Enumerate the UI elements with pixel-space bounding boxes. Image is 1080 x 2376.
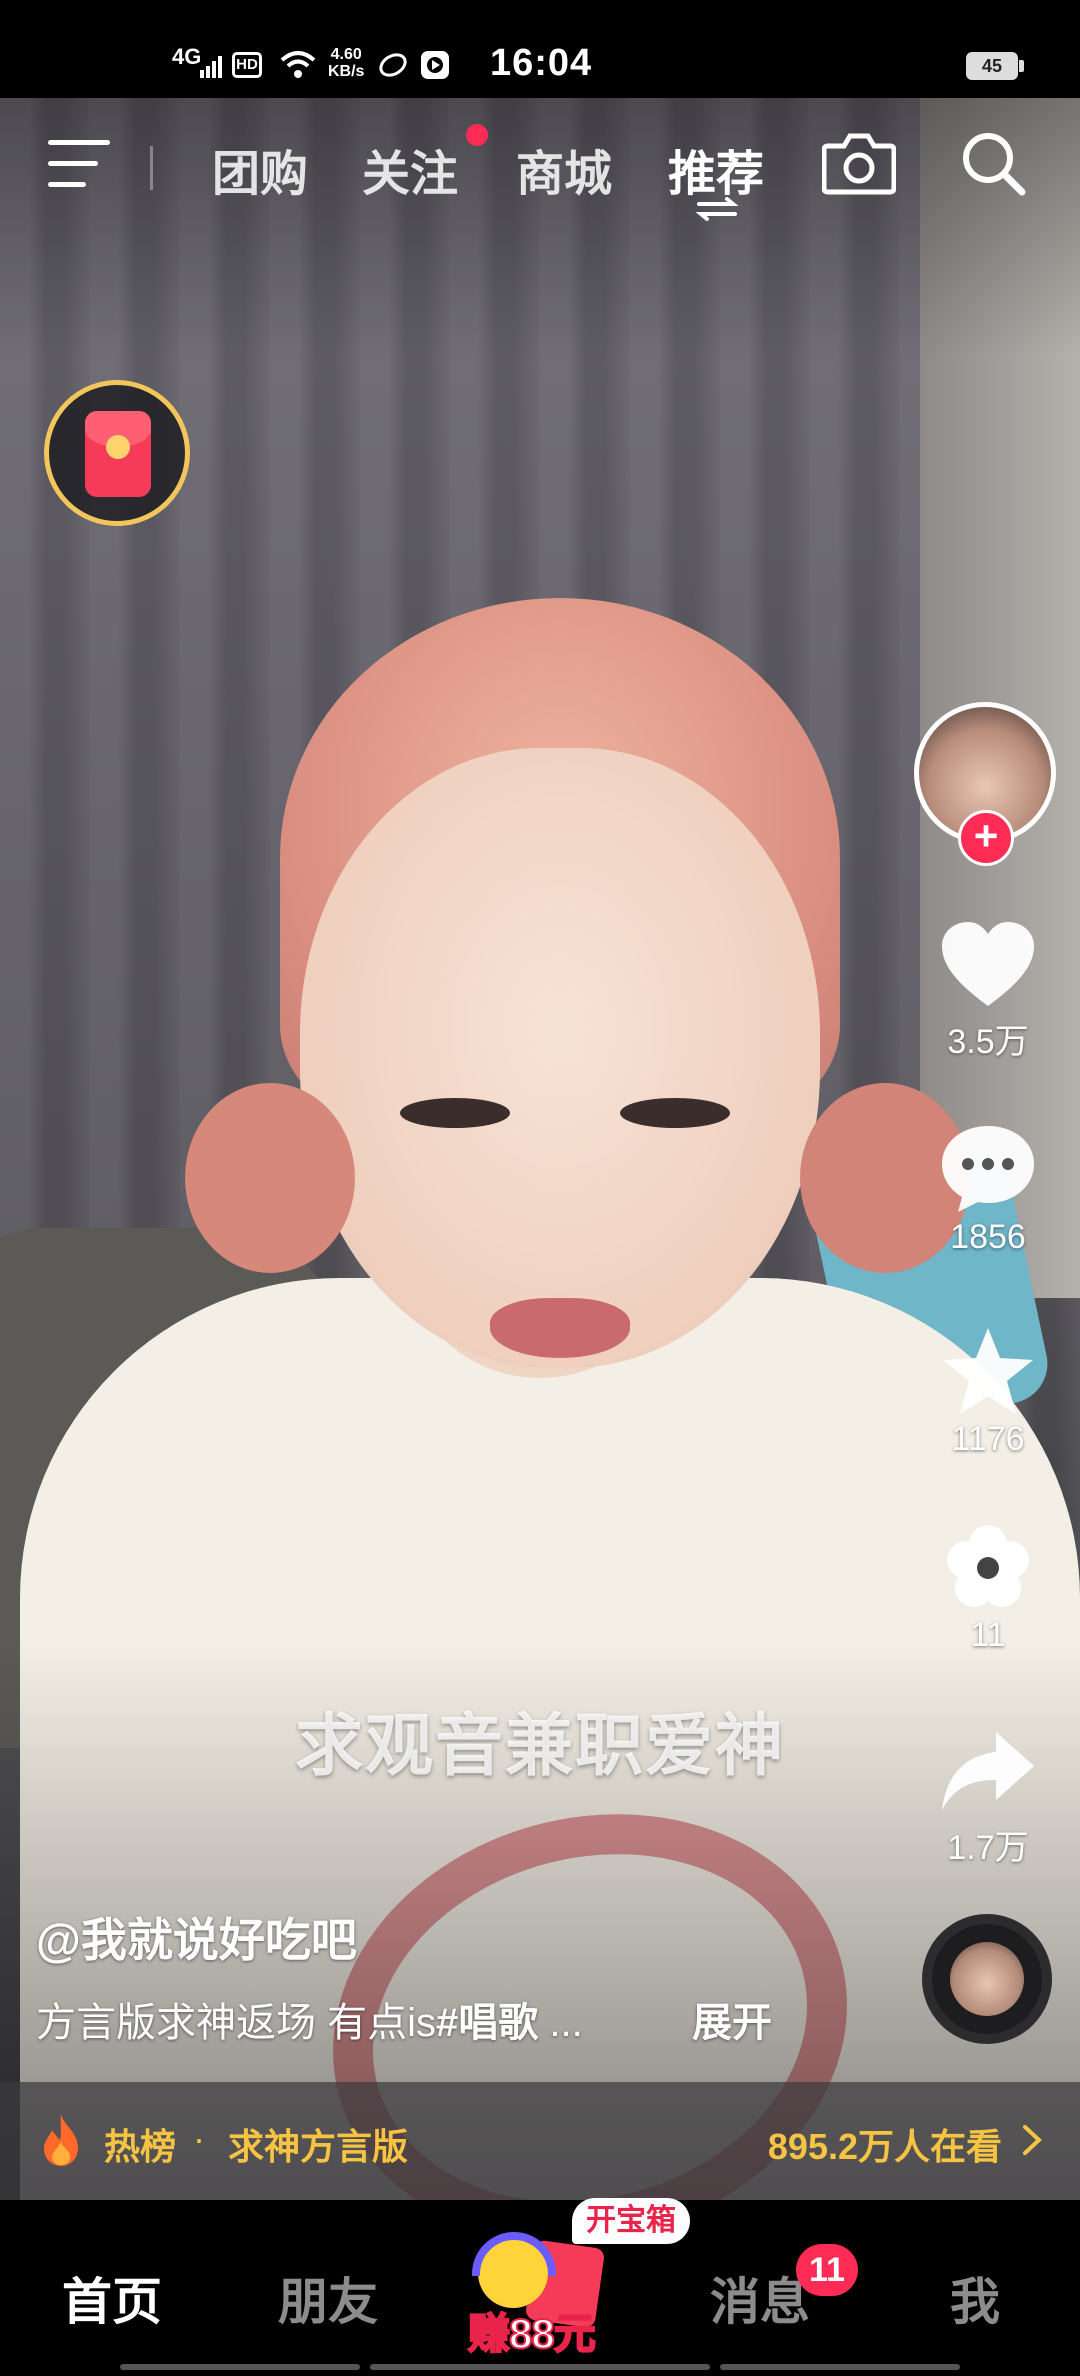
- tab-mall[interactable]: 商城: [516, 134, 612, 204]
- tab-group-buy[interactable]: 团购: [212, 134, 308, 204]
- network-type: 4G: [172, 44, 202, 69]
- top-nav: 团购 关注 商城 推荐: [0, 98, 1080, 238]
- description-text: 方言版求神返场 有点is: [36, 2001, 436, 2045]
- eye-left: [400, 1098, 510, 1128]
- hot-topic: 求神方言版: [228, 2126, 409, 2167]
- like-button[interactable]: 3.5万: [918, 920, 1058, 1063]
- network-speed: 4.60 KB/s: [328, 46, 364, 80]
- home-indicator-right: [720, 2364, 960, 2370]
- music-cover: [950, 1942, 1024, 2016]
- hot-list-bar[interactable]: 热榜 · 求神方言版 895.2万人在看: [0, 2082, 1080, 2200]
- comment-button[interactable]: 1856: [918, 1122, 1058, 1257]
- favorite-count: 1176: [951, 1420, 1025, 1458]
- face: [300, 748, 820, 1368]
- music-disc[interactable]: [922, 1914, 1052, 2044]
- earn-label: 赚88元: [467, 2309, 597, 2358]
- follow-button[interactable]: +: [958, 810, 1014, 866]
- fire-icon: [44, 2114, 78, 2166]
- flower-button[interactable]: 11: [918, 1522, 1058, 1655]
- star-icon: [943, 1328, 1033, 1414]
- messages-badge: 11: [796, 2244, 858, 2296]
- author-name[interactable]: @我就说好吃吧: [36, 1904, 357, 1970]
- camera-icon[interactable]: [822, 130, 896, 196]
- heart-icon: [942, 922, 1034, 1006]
- menu-icon[interactable]: [48, 138, 112, 190]
- app-notify-icon: [379, 53, 407, 77]
- red-packet-timer[interactable]: [44, 380, 190, 526]
- signal-icon: [200, 56, 222, 78]
- tab-messages[interactable]: 消息: [710, 2262, 810, 2334]
- flower-icon: [947, 1525, 1029, 1607]
- video-subtitle: 求观音兼职爱神: [294, 1708, 785, 1784]
- clock: 16:04: [490, 42, 593, 84]
- status-bar: 4G HD 4.60 KB/s 16:04 45: [0, 0, 1080, 98]
- expand-button[interactable]: 展开: [692, 1990, 772, 2048]
- hot-separator: ·: [193, 2118, 205, 2159]
- description-ellipsis: ...: [538, 2001, 583, 2045]
- hashtag-link[interactable]: #唱歌: [436, 2001, 538, 2045]
- flower-count: 11: [970, 1616, 1006, 1654]
- speed-value: 4.60: [330, 46, 362, 63]
- chevron-right-icon: [1023, 2125, 1042, 2155]
- home-indicator-center: [370, 2364, 710, 2370]
- treasure-chest-tag[interactable]: 开宝箱: [572, 2198, 690, 2244]
- tab-me[interactable]: 我: [950, 2262, 1000, 2334]
- wifi-icon: [280, 51, 316, 78]
- favorite-button[interactable]: 1176: [918, 1326, 1058, 1459]
- mouth: [490, 1298, 630, 1358]
- share-count: 1.7万: [947, 1829, 1029, 1867]
- earn-reward-button[interactable]: 赚88元: [467, 2230, 618, 2358]
- tab-home[interactable]: 首页: [62, 2262, 162, 2334]
- search-icon[interactable]: [958, 128, 1028, 198]
- battery-tip: [1019, 60, 1024, 72]
- like-count: 3.5万: [947, 1023, 1029, 1061]
- comment-count: 1856: [950, 1218, 1026, 1256]
- eye-right: [620, 1098, 730, 1128]
- video-app-icon: [421, 51, 449, 79]
- battery-indicator: 45: [966, 52, 1018, 80]
- nav-divider: [150, 146, 153, 190]
- switch-arrows-icon[interactable]: [695, 196, 739, 222]
- headphones-icon: [472, 2232, 556, 2276]
- hair-bun-left: [185, 1083, 355, 1273]
- speed-unit: KB/s: [328, 63, 365, 80]
- red-envelope-icon: [85, 411, 151, 497]
- tab-following[interactable]: 关注: [362, 134, 458, 204]
- following-red-dot: [466, 124, 488, 146]
- tab-friends[interactable]: 朋友: [278, 2262, 378, 2334]
- comment-icon: [942, 1126, 1034, 1212]
- tab-recommend[interactable]: 推荐: [668, 134, 764, 204]
- hd-badge: HD: [232, 52, 262, 78]
- home-indicator-left: [120, 2364, 360, 2370]
- viewer-count: 895.2万人在看: [767, 2126, 1002, 2167]
- hot-list-label: 热榜: [104, 2126, 177, 2167]
- video-description: 方言版求神返场 有点is#唱歌 ...: [36, 1990, 796, 2048]
